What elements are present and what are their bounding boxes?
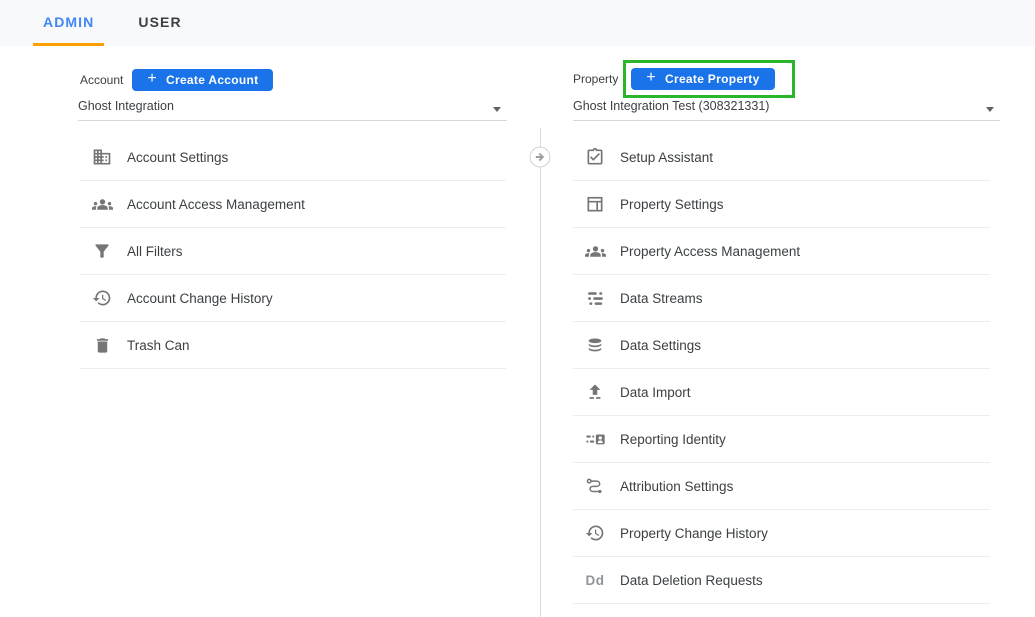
tab-admin[interactable]: ADMIN xyxy=(33,0,104,46)
property-menu-item-data-settings[interactable]: Data Settings xyxy=(573,322,990,369)
data-streams-icon xyxy=(584,287,606,309)
property-menu-item-property-settings[interactable]: Property Settings xyxy=(573,181,990,228)
highlight-annotation-box: + Create Property xyxy=(623,60,794,98)
menu-item-label: Property Settings xyxy=(620,197,724,212)
account-label: Account xyxy=(80,73,123,87)
clipboard-check-icon xyxy=(584,146,606,168)
property-menu-item-reporting-identity[interactable]: Reporting Identity xyxy=(573,416,990,463)
layout-icon xyxy=(584,193,606,215)
property-menu-item-property-change-history[interactable]: Property Change History xyxy=(573,510,990,557)
tab-user[interactable]: USER xyxy=(128,0,191,46)
create-account-label: Create Account xyxy=(166,73,258,87)
data-deletion-icon: Dd xyxy=(584,569,606,591)
account-header: Account + Create Account xyxy=(80,69,273,91)
property-menu-item-attribution-settings[interactable]: Attribution Settings xyxy=(573,463,990,510)
plus-icon: + xyxy=(147,71,157,87)
collapse-account-panel-button[interactable] xyxy=(529,146,551,168)
plus-icon: + xyxy=(646,70,656,86)
dropdown-caret-icon xyxy=(493,107,501,112)
upload-icon xyxy=(584,381,606,403)
menu-item-label: Trash Can xyxy=(127,338,190,353)
account-selector-dropdown[interactable]: Ghost Integration xyxy=(78,99,507,121)
menu-item-label: Attribution Settings xyxy=(620,479,733,494)
property-menu-item-property-access-management[interactable]: Property Access Management xyxy=(573,228,990,275)
menu-item-label: All Filters xyxy=(127,244,183,259)
menu-item-label: Account Settings xyxy=(127,150,228,165)
history-icon xyxy=(584,522,606,544)
history-icon xyxy=(91,287,113,309)
menu-item-label: Account Access Management xyxy=(127,197,305,212)
property-header: Property + Create Property xyxy=(573,60,795,98)
menu-item-label: Property Change History xyxy=(620,526,768,541)
right-arrow-icon xyxy=(529,146,551,168)
building-icon xyxy=(91,146,113,168)
menu-item-label: Reporting Identity xyxy=(620,432,726,447)
account-menu: Account Settings Account Access Managemen… xyxy=(80,134,506,369)
property-menu-item-setup-assistant[interactable]: Setup Assistant xyxy=(573,134,990,181)
dropdown-caret-icon xyxy=(986,107,994,112)
groups-icon xyxy=(91,193,113,215)
menu-item-label: Data Streams xyxy=(620,291,703,306)
account-selector-value: Ghost Integration xyxy=(78,99,174,113)
create-account-button[interactable]: + Create Account xyxy=(132,69,273,91)
menu-item-label: Account Change History xyxy=(127,291,273,306)
property-menu: Setup Assistant Property Settings Property… xyxy=(573,134,990,604)
account-menu-item-all-filters[interactable]: All Filters xyxy=(80,228,506,275)
menu-item-label: Data Settings xyxy=(620,338,701,353)
create-property-label: Create Property xyxy=(665,72,760,86)
trash-icon xyxy=(91,334,113,356)
account-menu-item-account-change-history[interactable]: Account Change History xyxy=(80,275,506,322)
panel-divider xyxy=(540,128,541,617)
admin-user-tab-bar: ADMIN USER xyxy=(0,0,1035,46)
groups-icon xyxy=(584,240,606,262)
menu-item-label: Data Deletion Requests xyxy=(620,573,763,588)
account-menu-item-account-access-management[interactable]: Account Access Management xyxy=(80,181,506,228)
property-label: Property xyxy=(573,72,618,86)
menu-item-label: Property Access Management xyxy=(620,244,800,259)
account-menu-item-account-settings[interactable]: Account Settings xyxy=(80,134,506,181)
property-menu-item-data-import[interactable]: Data Import xyxy=(573,369,990,416)
create-property-button[interactable]: + Create Property xyxy=(631,68,774,90)
identity-badge-icon xyxy=(584,428,606,450)
account-menu-item-trash-can[interactable]: Trash Can xyxy=(80,322,506,369)
filter-icon xyxy=(91,240,113,262)
database-icon xyxy=(584,334,606,356)
menu-item-label: Data Import xyxy=(620,385,691,400)
attribution-path-icon xyxy=(584,475,606,497)
property-selector-dropdown[interactable]: Ghost Integration Test (308321331) xyxy=(573,99,1000,121)
property-menu-item-data-streams[interactable]: Data Streams xyxy=(573,275,990,322)
property-selector-value: Ghost Integration Test (308321331) xyxy=(573,99,769,113)
menu-item-label: Setup Assistant xyxy=(620,150,713,165)
property-menu-item-data-deletion-requests[interactable]: Dd Data Deletion Requests xyxy=(573,557,990,604)
